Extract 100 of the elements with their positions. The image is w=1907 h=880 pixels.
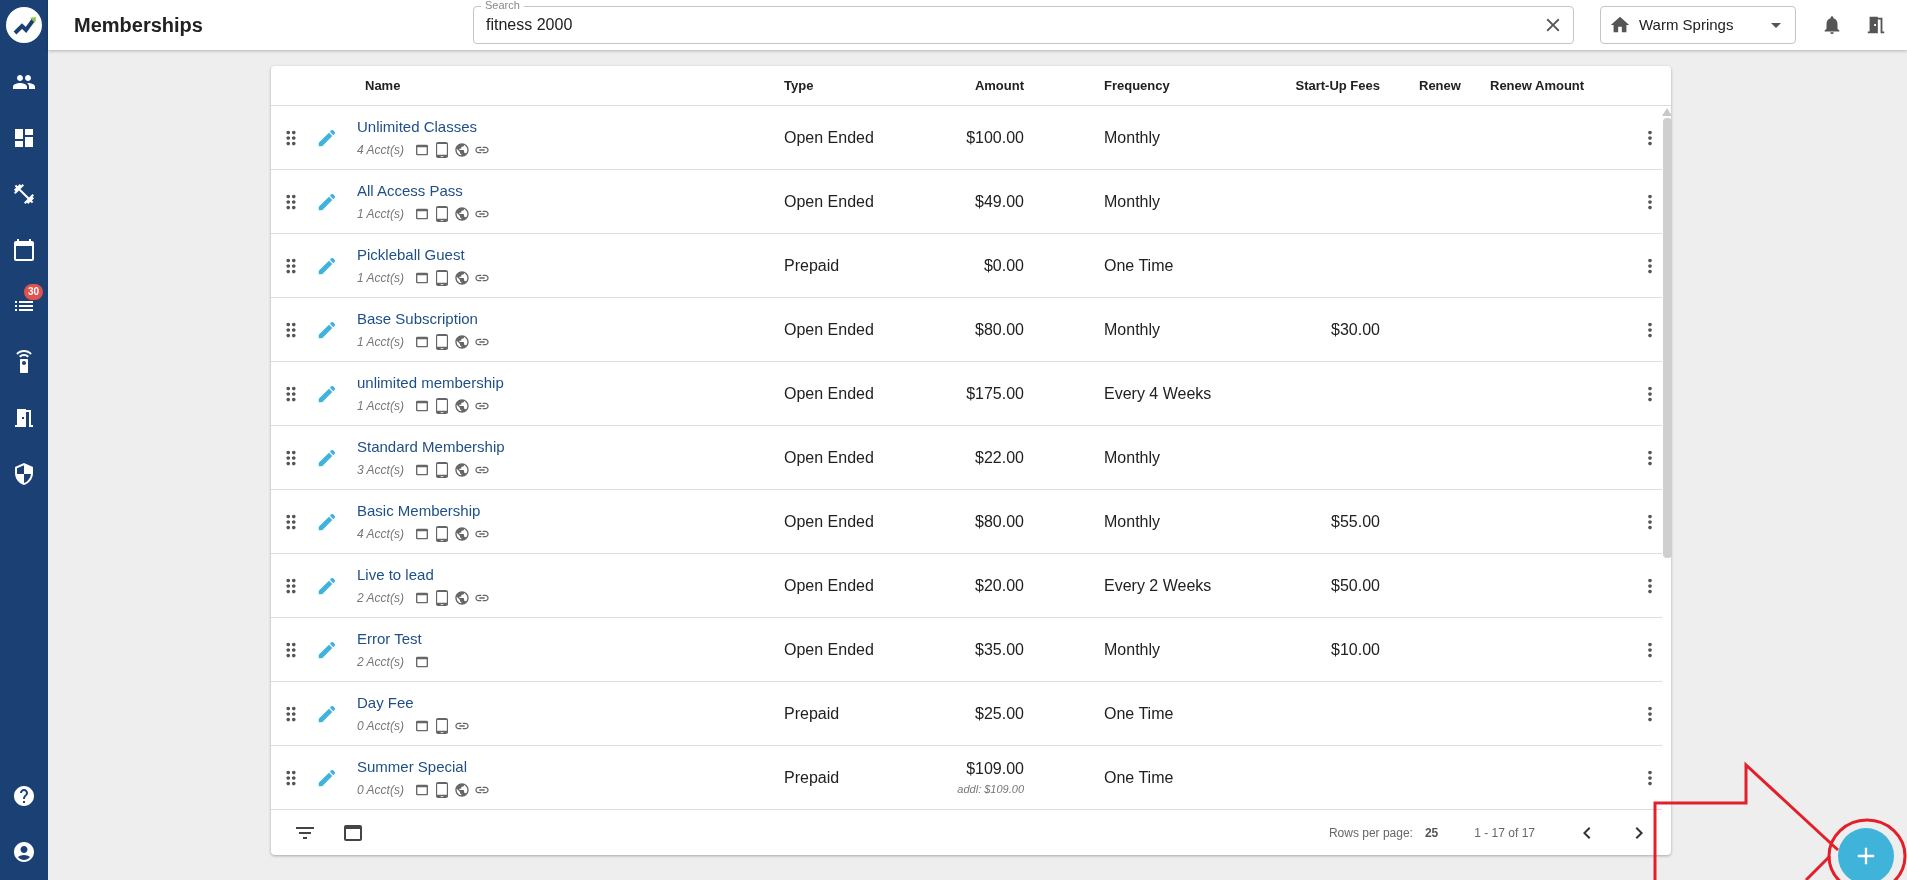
account-icon[interactable]	[12, 840, 36, 864]
amount: $22.00	[975, 447, 1024, 468]
membership-name[interactable]: All Access Pass	[357, 180, 463, 203]
column-header[interactable]: Name	[357, 77, 401, 93]
amount: $80.00	[975, 319, 1024, 340]
door-icon[interactable]	[12, 406, 36, 430]
page-title: Memberships	[74, 13, 204, 38]
account-count: 3 Acct(s)	[357, 461, 404, 479]
rows-per-page-select[interactable]: 25	[1424, 823, 1439, 842]
account-count: 1 Acct(s)	[357, 269, 404, 287]
globe-icon	[453, 333, 470, 350]
calendar-icon[interactable]	[12, 238, 36, 262]
dashboard-icon[interactable]	[12, 126, 36, 150]
membership-type: Open Ended	[784, 320, 874, 338]
membership-type: Open Ended	[784, 128, 874, 146]
caret-icon	[1771, 22, 1781, 28]
frequency: Monthly	[1104, 640, 1161, 658]
frequency: Monthly	[1104, 128, 1161, 146]
membership-name[interactable]: Standard Membership	[357, 436, 505, 459]
account-count: 1 Acct(s)	[357, 205, 404, 223]
column-header[interactable]: Start-Up Fees	[1295, 77, 1380, 93]
frequency: Monthly	[1104, 448, 1161, 466]
page-range: 1 - 17 of 17	[1474, 824, 1535, 842]
membership-type: Prepaid	[784, 704, 840, 722]
frequency: Monthly	[1104, 192, 1161, 210]
membership-name[interactable]: Pickleball Guest	[357, 244, 465, 267]
additional-amount: addl: $109.00	[957, 782, 1024, 798]
tablet-icon	[433, 141, 450, 158]
membership-type: Open Ended	[784, 448, 874, 466]
startup-fees: $50.00	[1331, 576, 1380, 594]
frequency: Every 2 Weeks	[1104, 576, 1212, 594]
notification-badge: 30	[24, 284, 44, 300]
membership-type: Open Ended	[784, 512, 874, 530]
membership-type: Open Ended	[784, 576, 874, 594]
search-label: Search	[481, 0, 524, 12]
amount: $80.00	[975, 511, 1024, 532]
tablet-icon	[433, 461, 450, 478]
account-count: 2 Acct(s)	[357, 589, 404, 607]
account-count: 2 Acct(s)	[357, 653, 404, 671]
amount: $35.00	[975, 639, 1024, 660]
membership-type: Prepaid	[784, 768, 840, 786]
column-header[interactable]: Type	[784, 77, 814, 93]
account-count: 0 Acct(s)	[357, 781, 404, 799]
tablet-icon	[433, 525, 450, 542]
account-count: 4 Acct(s)	[357, 141, 404, 159]
membership-name[interactable]: Summer Special	[357, 756, 468, 779]
tablet-icon	[433, 397, 450, 414]
frequency: Every 4 Weeks	[1104, 384, 1212, 402]
shield-icon[interactable]	[12, 462, 36, 486]
amount: $49.00	[975, 191, 1024, 212]
globe-icon	[453, 781, 470, 798]
startup-fees: $10.00	[1331, 640, 1380, 658]
globe-icon	[453, 589, 470, 606]
membership-name[interactable]: Live to lead	[357, 564, 434, 587]
startup-fees: $55.00	[1331, 512, 1380, 530]
tablet-icon	[433, 333, 450, 350]
membership-type: Open Ended	[784, 640, 874, 658]
frequency: One Time	[1104, 704, 1174, 722]
amount: $25.00	[975, 703, 1024, 724]
column-header[interactable]: Frequency	[1104, 77, 1170, 93]
globe-icon	[453, 141, 470, 158]
globe-icon	[453, 269, 470, 286]
tablet-icon	[433, 781, 450, 798]
tablet-icon	[433, 205, 450, 222]
membership-name[interactable]: Basic Membership	[357, 500, 481, 523]
dumbbell-icon[interactable]	[12, 182, 36, 206]
membership-type: Open Ended	[784, 192, 874, 210]
membership-name[interactable]: unlimited membership	[357, 372, 504, 395]
globe-icon	[453, 205, 470, 222]
membership-name[interactable]: Day Fee	[357, 692, 414, 715]
amount: $20.00	[975, 575, 1024, 596]
column-header[interactable]: Renew	[1419, 77, 1461, 93]
account-count: 0 Acct(s)	[357, 717, 404, 735]
membership-type: Open Ended	[784, 384, 874, 402]
column-header[interactable]: Amount	[974, 77, 1024, 93]
membership-type: Prepaid	[784, 256, 840, 274]
amount: $0.00	[983, 255, 1024, 276]
column-header[interactable]: Renew Amount	[1490, 77, 1585, 93]
startup-fees: $30.00	[1331, 320, 1380, 338]
location-select[interactable]: Warm Springs	[1600, 6, 1796, 44]
frequency: One Time	[1104, 768, 1174, 786]
membership-name[interactable]: Unlimited Classes	[357, 116, 478, 139]
globe-icon	[453, 461, 470, 478]
membership-name[interactable]: Base Subscription	[357, 308, 478, 331]
frequency: Monthly	[1104, 512, 1161, 530]
tablet-icon	[433, 269, 450, 286]
logo-icon	[5, 6, 43, 44]
globe-icon	[453, 397, 470, 414]
frequency: One Time	[1104, 256, 1174, 274]
help-icon[interactable]	[12, 784, 36, 808]
amount: $175.00	[966, 383, 1024, 404]
account-count: 4 Acct(s)	[357, 525, 404, 543]
rows-per-page-label: Rows per page:	[1328, 824, 1413, 842]
amount: $109.00	[966, 759, 1024, 780]
door-icon[interactable]	[1865, 14, 1887, 36]
account-count: 1 Acct(s)	[357, 333, 404, 351]
frequency: Monthly	[1104, 320, 1161, 338]
tablet-icon	[433, 717, 450, 734]
globe-icon	[453, 525, 470, 542]
membership-name[interactable]: Error Test	[357, 628, 422, 651]
